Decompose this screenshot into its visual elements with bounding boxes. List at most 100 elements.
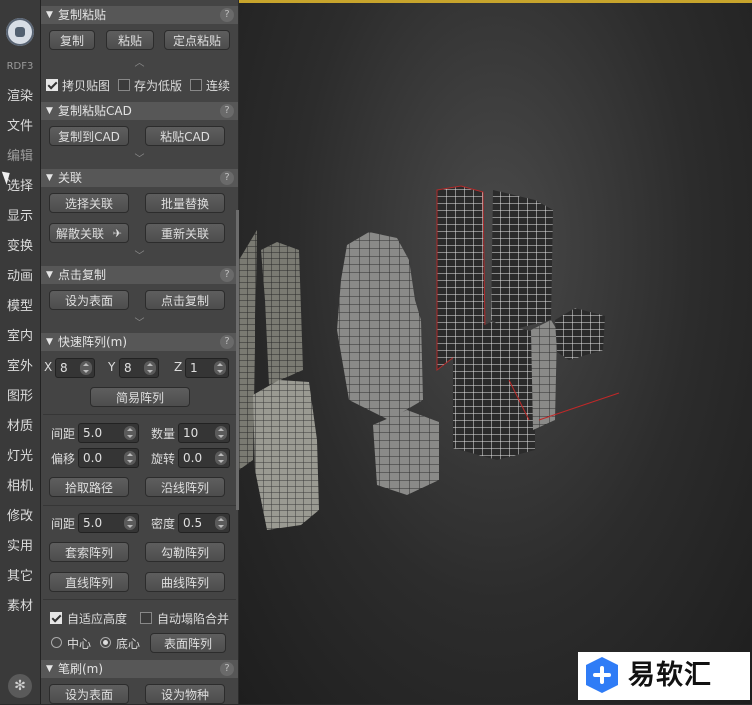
count-label: 数量	[151, 427, 176, 441]
copy-to-cad-button[interactable]: 复制到CAD	[49, 126, 129, 146]
spinner-arrows-icon[interactable]	[215, 516, 227, 530]
spacing-value: 5.0	[83, 426, 103, 440]
tab-material[interactable]: 材质	[0, 412, 40, 442]
paste-button[interactable]: 粘贴	[106, 30, 154, 50]
section-title: 点击复制	[58, 268, 107, 282]
collapse-arrow-icon: ▼	[46, 270, 53, 280]
tab-other[interactable]: 其它	[0, 562, 40, 592]
spinner-arrows-icon[interactable]	[144, 361, 156, 375]
copy-button[interactable]: 复制	[49, 30, 95, 50]
auto-collapse-checkbox[interactable]	[140, 612, 152, 624]
section-link-header[interactable]: ▼ 关联 ?	[41, 169, 238, 187]
collapse-arrow-icon: ▼	[46, 10, 53, 20]
tab-exterior[interactable]: 室外	[0, 352, 40, 382]
spinner-arrows-icon[interactable]	[124, 451, 136, 465]
unlink-button[interactable]: 解散关联 ✈	[49, 223, 129, 243]
offset-spinner[interactable]: 0.0	[78, 448, 139, 468]
copy-map-checkbox[interactable]	[46, 79, 58, 91]
spinner-arrows-icon[interactable]	[215, 426, 227, 440]
spinner-arrows-icon[interactable]	[124, 516, 136, 530]
tab-display[interactable]: 显示	[0, 202, 40, 232]
spinner-arrows-icon[interactable]	[124, 426, 136, 440]
pick-path-button[interactable]: 拾取路径	[49, 477, 129, 497]
help-icon[interactable]: ?	[220, 171, 234, 185]
section-title: 复制粘贴	[58, 8, 107, 22]
tab-transform[interactable]: 变换	[0, 232, 40, 262]
plugin-logo-icon[interactable]	[6, 18, 34, 46]
rotate-spinner[interactable]: 0.0	[178, 448, 230, 468]
curve-array-button[interactable]: 曲线阵列	[145, 572, 225, 592]
bottom-center-label: 底心	[116, 637, 141, 651]
batch-replace-button[interactable]: 批量替换	[145, 193, 225, 213]
section-title: 笔刷(m)	[58, 662, 104, 676]
tower-model	[373, 410, 439, 495]
center-radio[interactable]	[51, 637, 62, 648]
surface-array-button[interactable]: 表面阵列	[150, 633, 226, 653]
help-icon[interactable]: ?	[220, 662, 234, 676]
brush-set-object-button[interactable]: 设为物种	[145, 684, 225, 704]
spacing-spinner[interactable]: 5.0	[78, 423, 139, 443]
section-click-copy-header[interactable]: ▼ 点击复制 ?	[41, 266, 238, 284]
tower-model	[337, 232, 423, 420]
offset-label: 偏移	[51, 452, 76, 466]
tab-animation[interactable]: 动画	[0, 262, 40, 292]
help-icon[interactable]: ?	[220, 335, 234, 349]
section-copy-paste-header[interactable]: ▼ 复制粘贴 ?	[41, 6, 238, 24]
tab-model[interactable]: 模型	[0, 292, 40, 322]
lasso-array-button[interactable]: 套索阵列	[49, 542, 129, 562]
section-title: 关联	[58, 171, 83, 185]
brush-set-surface-button[interactable]: 设为表面	[49, 684, 129, 704]
density-spinner[interactable]: 0.5	[178, 513, 230, 533]
tab-modify[interactable]: 修改	[0, 502, 40, 532]
set-surface-button[interactable]: 设为表面	[49, 290, 129, 310]
y-label: Y	[108, 360, 116, 374]
settings-gear-icon[interactable]: ✻	[8, 674, 32, 698]
line-array-button[interactable]: 直线阵列	[49, 572, 129, 592]
collapse-down-icon[interactable]: ﹀	[41, 252, 238, 262]
z-count-spinner[interactable]: 1	[185, 358, 229, 378]
collapse-down-icon[interactable]: ﹀	[41, 155, 238, 165]
section-brush-header[interactable]: ▼ 笔刷(m) ?	[41, 660, 238, 678]
tower-model	[555, 308, 605, 360]
simple-array-button[interactable]: 简易阵列	[90, 387, 190, 407]
y-count-spinner[interactable]: 8	[119, 358, 159, 378]
bottom-center-radio[interactable]	[100, 637, 111, 648]
tab-camera[interactable]: 相机	[0, 472, 40, 502]
tab-light[interactable]: 灯光	[0, 442, 40, 472]
help-icon[interactable]: ?	[220, 104, 234, 118]
spinner-arrows-icon[interactable]	[80, 361, 92, 375]
help-icon[interactable]: ?	[220, 8, 234, 22]
paste-fixed-button[interactable]: 定点粘贴	[164, 30, 230, 50]
select-link-button[interactable]: 选择关联	[49, 193, 129, 213]
help-icon[interactable]: ?	[220, 268, 234, 282]
tab-shape[interactable]: 图形	[0, 382, 40, 412]
adaptive-height-checkbox[interactable]	[50, 612, 62, 624]
collapse-down-icon[interactable]: ﹀	[41, 319, 238, 329]
rotate-value: 0.0	[183, 451, 203, 465]
section-cad-header[interactable]: ▼ 复制粘贴CAD ?	[41, 102, 238, 120]
spinner-arrows-icon[interactable]	[215, 451, 227, 465]
x-label: X	[44, 360, 53, 374]
tab-edit[interactable]: 编辑	[0, 142, 40, 172]
count-spinner[interactable]: 10	[178, 423, 230, 443]
tab-utility[interactable]: 实用	[0, 532, 40, 562]
save-low-checkbox[interactable]	[118, 79, 130, 91]
tab-render[interactable]: 渲染	[0, 82, 40, 112]
expand-up-icon[interactable]: ︿	[41, 59, 238, 69]
continuous-checkbox[interactable]	[190, 79, 202, 91]
tab-rdf3[interactable]: RDF3	[0, 52, 40, 82]
along-line-array-button[interactable]: 沿线阵列	[145, 477, 225, 497]
paste-cad-button[interactable]: 粘贴CAD	[145, 126, 225, 146]
3d-viewport[interactable]	[239, 0, 752, 704]
tab-assets[interactable]: 素材	[0, 592, 40, 622]
spacing2-spinner[interactable]: 5.0	[78, 513, 139, 533]
section-quick-array-header[interactable]: ▼ 快速阵列(m) ?	[41, 333, 238, 351]
tab-file[interactable]: 文件	[0, 112, 40, 142]
tab-interior[interactable]: 室内	[0, 322, 40, 352]
spinner-arrows-icon[interactable]	[214, 361, 226, 375]
relink-button[interactable]: 重新关联	[145, 223, 225, 243]
density-label: 密度	[151, 517, 176, 531]
x-count-spinner[interactable]: 8	[55, 358, 95, 378]
click-copy-button[interactable]: 点击复制	[145, 290, 225, 310]
outline-array-button[interactable]: 勾勒阵列	[145, 542, 225, 562]
